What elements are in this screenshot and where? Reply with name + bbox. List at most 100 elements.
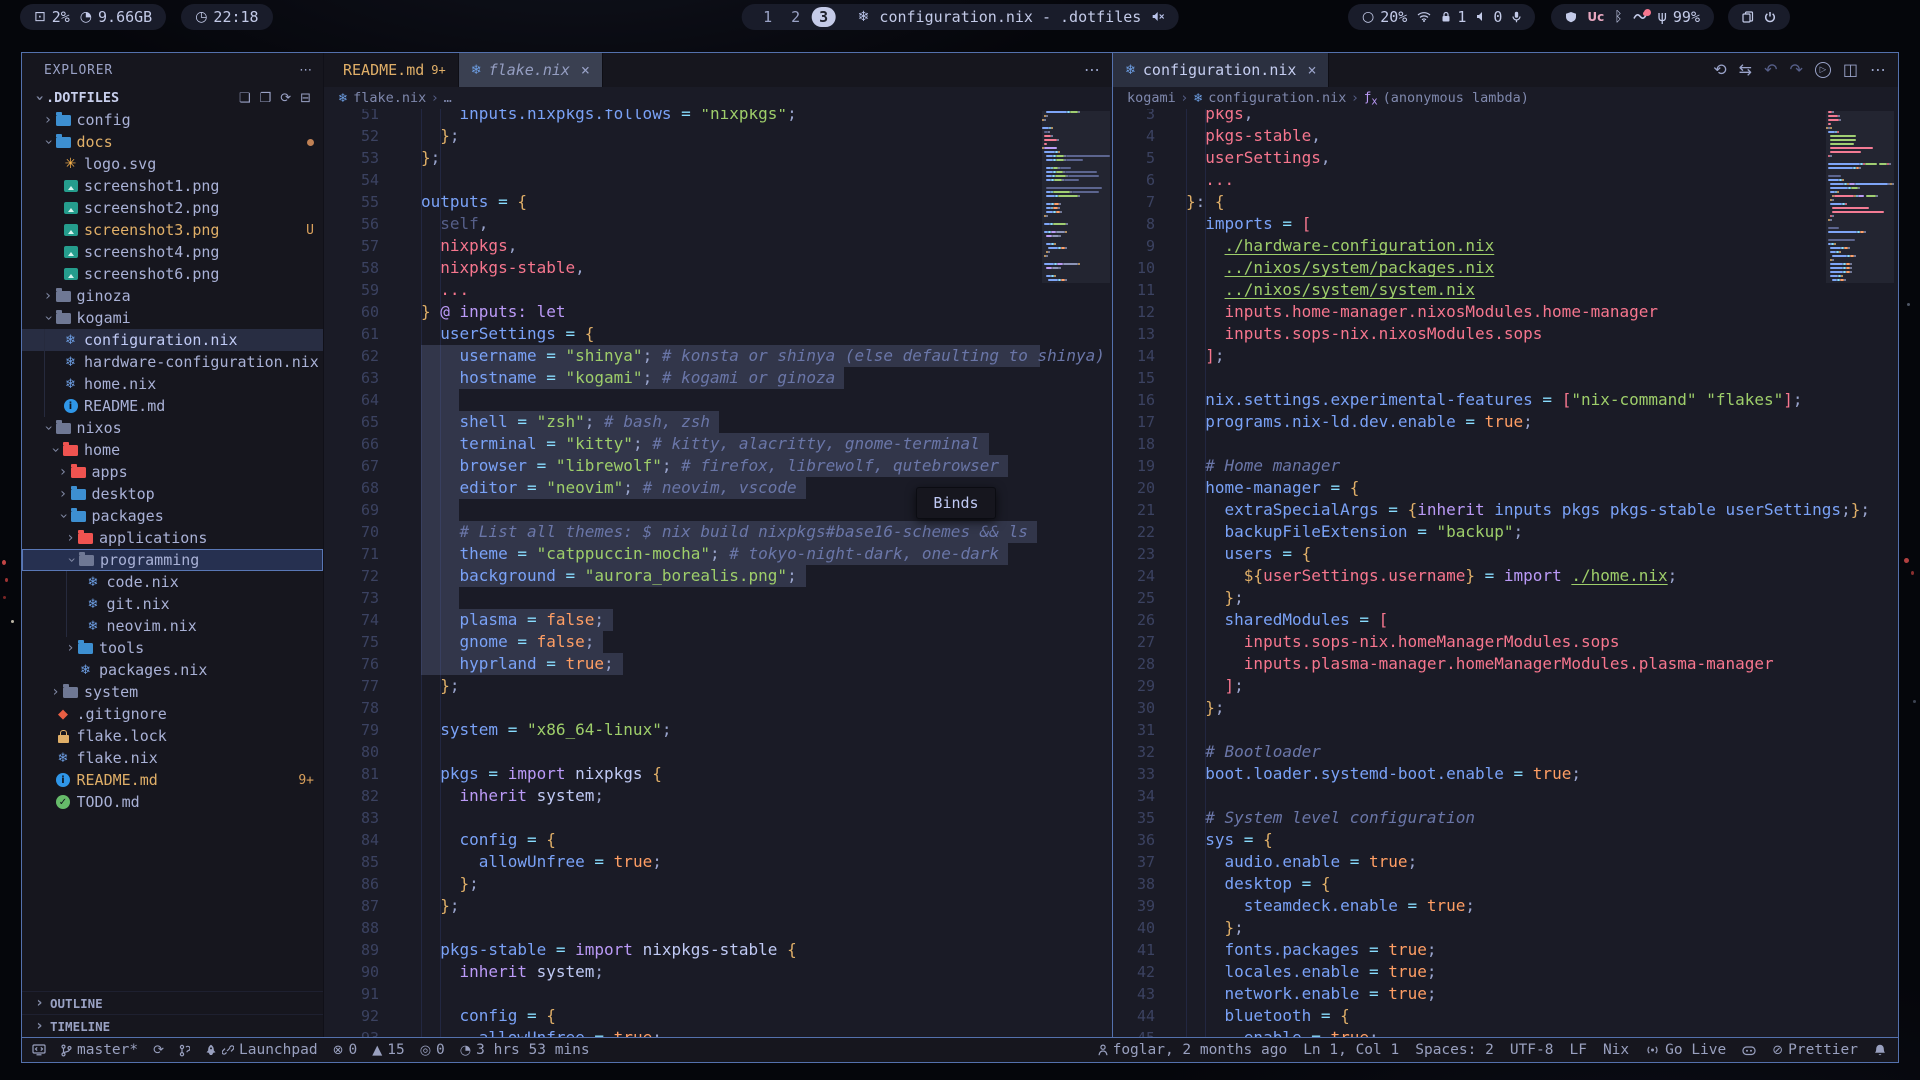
tree-item-config[interactable]: ›config <box>22 109 323 131</box>
bar-item-power-plug[interactable]: ψ99% <box>1658 8 1700 26</box>
bar-item-speaker[interactable]: 0 <box>1476 8 1502 26</box>
speaker-muted-icon[interactable] <box>1151 11 1164 22</box>
workspace-3[interactable]: 3 <box>812 7 836 27</box>
bar-item-lock[interactable]: 1 <box>1441 8 1466 26</box>
encoding[interactable]: UTF-8 <box>1510 1042 1554 1058</box>
compare-icon[interactable]: ⇆ <box>1739 62 1752 78</box>
connectivity-pill[interactable]: Uc ᛒ ψ99% <box>1551 4 1714 30</box>
session-pill[interactable] <box>1728 4 1790 30</box>
tree-item-nixos[interactable]: ›nixos <box>22 417 323 439</box>
outline-section-header[interactable]: › OUTLINE <box>22 991 323 1014</box>
tree-root-dotfiles[interactable]: › .DOTFILES ❏❐⟳⊟ <box>22 87 323 109</box>
breadcrumb-item[interactable]: … <box>444 90 452 106</box>
tab-README.md[interactable]: README.md9+ <box>324 53 459 87</box>
bar-item-microphone[interactable] <box>1512 11 1521 23</box>
new-file-icon[interactable]: ❏ <box>239 92 251 105</box>
breadcrumb-item[interactable]: ❄flake.nix <box>338 90 426 106</box>
timeline-section-header[interactable]: › TIMELINE <box>22 1014 323 1037</box>
collapse-all-icon[interactable]: ⊟ <box>300 92 311 105</box>
git-sync-button[interactable]: ⟳ <box>153 1044 164 1057</box>
problems-errors[interactable]: ⊗0 <box>333 1042 358 1058</box>
bar-item-calendar[interactable]: ◷22:18 <box>195 8 258 26</box>
bar-item-keyboard-layout[interactable]: Uc <box>1587 11 1604 23</box>
bar-item-cpu[interactable]: ⊡2% <box>34 8 70 26</box>
breadcrumb-item[interactable]: kogami <box>1127 90 1176 106</box>
tab-flake.nix[interactable]: ❄flake.nix× <box>459 53 603 87</box>
tree-item-programming[interactable]: ›programming <box>22 549 323 571</box>
tree-item-flake.nix[interactable]: ❄flake.nix <box>22 747 323 769</box>
explorer-more-actions-icon[interactable]: ⋯ <box>299 64 313 77</box>
split-icon[interactable]: ◫ <box>1843 62 1858 78</box>
tree-item-kogami[interactable]: ›kogami <box>22 307 323 329</box>
tree-item-logo.svg[interactable]: ✳logo.svg <box>22 153 323 175</box>
tree-item-home[interactable]: ›home <box>22 439 323 461</box>
language-mode[interactable]: Nix <box>1603 1042 1629 1058</box>
ports-indicator[interactable]: ◎0 <box>420 1042 445 1058</box>
tree-item-neovim.nix[interactable]: ❄neovim.nix <box>22 615 323 637</box>
minimap-right[interactable] <box>1826 111 1894 283</box>
tree-item-.gitignore[interactable]: ◆.gitignore <box>22 703 323 725</box>
tree-item-git.nix[interactable]: ❄git.nix <box>22 593 323 615</box>
cursor-position[interactable]: Ln 1, Col 1 <box>1303 1042 1399 1058</box>
remote-indicator[interactable] <box>32 1044 46 1056</box>
system-stats-pill[interactable]: ⊡2% ◔9.66GB <box>20 4 166 30</box>
tree-item-screenshot6.png[interactable]: screenshot6.png <box>22 263 323 285</box>
close-icon[interactable]: × <box>581 61 590 79</box>
tree-item-desktop[interactable]: ›desktop <box>22 483 323 505</box>
editor-surface-flake[interactable]: 51 inputs.nixpkgs.follows = "nixpkgs";52… <box>324 109 1112 1037</box>
editor-surface-configuration[interactable]: 3 pkgs,4 pkgs-stable,5 userSettings,6 ..… <box>1113 109 1898 1037</box>
bar-item-power[interactable] <box>1764 11 1776 23</box>
bar-item-brightness[interactable]: ○20% <box>1362 8 1407 26</box>
clock-pill[interactable]: ◷22:18 <box>181 4 272 30</box>
indentation[interactable]: Spaces: 2 <box>1415 1042 1494 1058</box>
tree-item-docs[interactable]: ›docs <box>22 131 323 153</box>
go-live-button[interactable]: Go Live <box>1645 1042 1726 1058</box>
tree-item-README.md[interactable]: iREADME.md9+ <box>22 769 323 791</box>
bar-item-memory[interactable]: ◔9.66GB <box>80 8 152 26</box>
bar-item-shield[interactable] <box>1565 11 1577 23</box>
tree-item-configuration.nix[interactable]: ❄configuration.nix <box>22 329 323 351</box>
launchpad-button[interactable]: Launchpad <box>205 1042 318 1058</box>
new-folder-icon[interactable]: ❐ <box>260 92 272 105</box>
nav-back-icon[interactable]: ↶ <box>1764 62 1777 78</box>
gitlens-button[interactable] <box>179 1044 190 1057</box>
tree-item-tools[interactable]: ›tools <box>22 637 323 659</box>
git-branch[interactable]: master* <box>61 1042 138 1058</box>
nav-forward-icon[interactable]: ↷ <box>1789 62 1802 78</box>
run-icon[interactable]: ▷ <box>1815 62 1831 78</box>
tree-item-flake.lock[interactable]: flake.lock <box>22 725 323 747</box>
minimap-left[interactable] <box>1042 111 1110 283</box>
workspace-1[interactable]: 1 <box>756 7 780 27</box>
breadcrumb-item[interactable]: ƒx(anonymous lambda) <box>1364 89 1529 108</box>
tree-item-ginoza[interactable]: ›ginoza <box>22 285 323 307</box>
tree-item-screenshot3.png[interactable]: screenshot3.pngU <box>22 219 323 241</box>
bar-item-clipboard[interactable] <box>1742 11 1754 23</box>
history-icon[interactable]: ⟲ <box>1713 62 1726 78</box>
tree-item-code.nix[interactable]: ❄code.nix <box>22 571 323 593</box>
workspace-2[interactable]: 2 <box>784 7 808 27</box>
eol-indicator[interactable]: LF <box>1569 1042 1586 1058</box>
system-controls-pill[interactable]: ○20% 10 <box>1348 4 1535 30</box>
close-icon[interactable]: × <box>1307 61 1316 79</box>
tree-item-packages[interactable]: ›packages <box>22 505 323 527</box>
tree-item-applications[interactable]: ›applications <box>22 527 323 549</box>
git-blame[interactable]: foglar, 2 months ago <box>1098 1042 1288 1058</box>
tree-item-TODO.md[interactable]: ✓TODO.md <box>22 791 323 813</box>
notifications-bell[interactable] <box>1874 1044 1886 1056</box>
prettier-button[interactable]: ⊘Prettier <box>1772 1042 1858 1058</box>
tree-item-README.md[interactable]: iREADME.md <box>22 395 323 417</box>
tree-item-apps[interactable]: ›apps <box>22 461 323 483</box>
problems-warnings[interactable]: ▲15 <box>372 1042 404 1058</box>
tree-item-screenshot1.png[interactable]: screenshot1.png <box>22 175 323 197</box>
breadcrumb-item[interactable]: ❄configuration.nix <box>1193 90 1346 106</box>
tree-item-home.nix[interactable]: ❄home.nix <box>22 373 323 395</box>
tree-item-packages.nix[interactable]: ❄packages.nix <box>22 659 323 681</box>
bar-item-bluetooth[interactable]: ᛒ <box>1614 10 1622 24</box>
tree-item-system[interactable]: ›system <box>22 681 323 703</box>
bar-item-notification-wave[interactable] <box>1633 11 1648 22</box>
copilot-button[interactable] <box>1742 1045 1756 1056</box>
tree-item-hardware-configuration.nix[interactable]: ❄hardware-configuration.nix <box>22 351 323 373</box>
tab-configuration.nix[interactable]: ❄configuration.nix× <box>1113 53 1329 87</box>
tree-item-screenshot4.png[interactable]: screenshot4.png <box>22 241 323 263</box>
wakatime-timer[interactable]: ◔3 hrs 53 mins <box>460 1042 590 1058</box>
